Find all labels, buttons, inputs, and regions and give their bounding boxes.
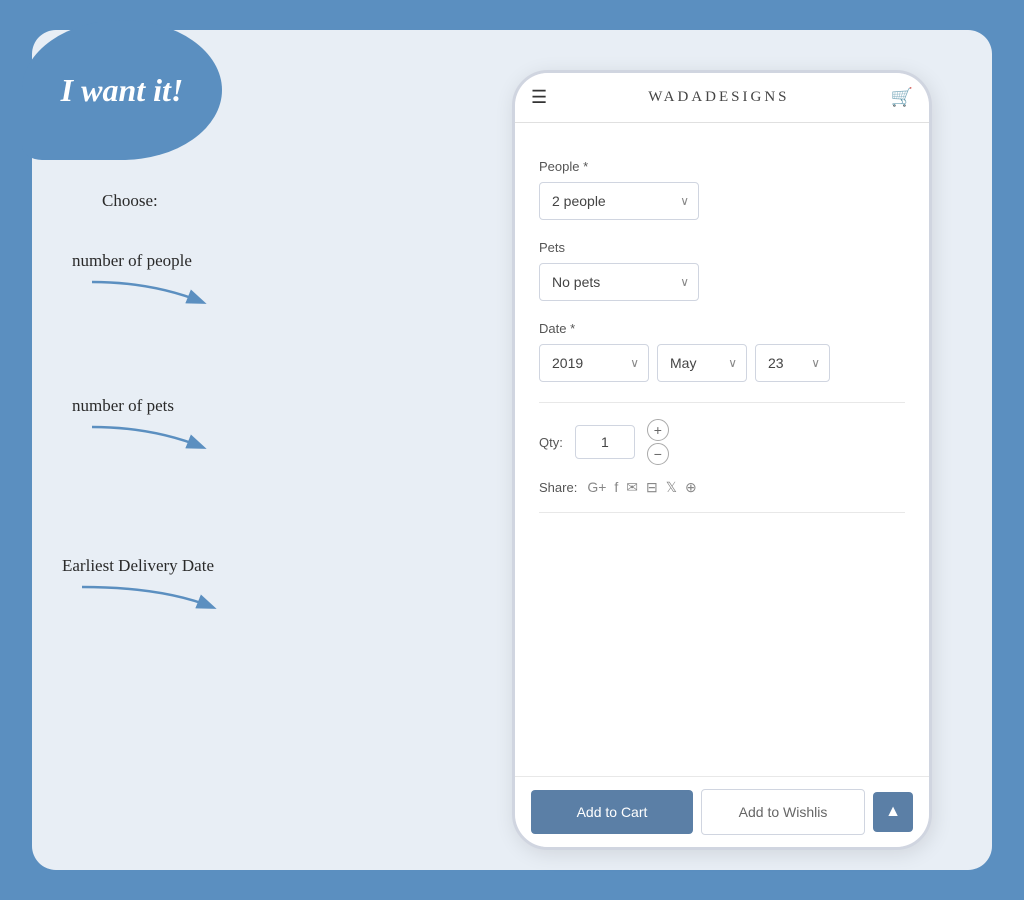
date-label: Date * (539, 321, 905, 336)
month-select[interactable]: JanFebMarApr MayJunJulAug SepOctNovDec (657, 344, 747, 382)
pets-field-group: Pets No pets 1 pet 2 pets 3+ pets (539, 240, 905, 301)
share-pinterest-icon[interactable]: ⊕ (685, 479, 697, 496)
cart-icon[interactable]: 🛒 (891, 87, 913, 108)
annotation-date: Earliest Delivery Date (62, 555, 222, 637)
qty-label: Qty: (539, 435, 563, 450)
people-select[interactable]: 1 person 2 people 3 people 4 people 5+ p… (539, 182, 699, 220)
year-select-wrapper[interactable]: 2019 2020 2021 (539, 344, 649, 382)
date-field-group: Date * 2019 2020 2021 JanFebMarApr MayJu… (539, 321, 905, 382)
share-google-icon[interactable]: G+ (587, 479, 606, 496)
day-select-wrapper[interactable]: 1234 5101520 23252831 (755, 344, 830, 382)
people-field-group: People * 1 person 2 people 3 people 4 pe… (539, 159, 905, 220)
outer-card: I want it! Choose: number of people numb… (32, 30, 992, 870)
annotations-area: Choose: number of people number of pets (62, 180, 422, 780)
add-to-wishlist-button[interactable]: Add to Wishlis (701, 789, 865, 835)
date-row: 2019 2020 2021 JanFebMarApr MayJunJulAug… (539, 344, 905, 382)
nav-title: WADADESIGNS (648, 89, 789, 106)
bubble-text: I want it! (61, 71, 184, 109)
annotation-people: number of people (72, 250, 212, 332)
people-label: People * (539, 159, 905, 174)
pets-select[interactable]: No pets 1 pet 2 pets 3+ pets (539, 263, 699, 301)
share-label: Share: (539, 480, 577, 495)
phone-content[interactable]: People * 1 person 2 people 3 people 4 pe… (515, 123, 929, 776)
qty-increase-button[interactable]: + (647, 419, 669, 441)
arrow-pets (72, 417, 212, 477)
scroll-top-button[interactable]: ▲ (873, 792, 913, 832)
pets-select-wrapper[interactable]: No pets 1 pet 2 pets 3+ pets (539, 263, 699, 301)
annotation-choose: Choose: (102, 190, 158, 212)
qty-input[interactable] (575, 425, 635, 459)
share-row: Share: G+ f ✉ ⊟ 𝕏 ⊕ (539, 479, 905, 496)
qty-controls: + − (647, 419, 669, 465)
bubble: I want it! (22, 20, 222, 160)
pets-label: Pets (539, 240, 905, 255)
month-select-wrapper[interactable]: JanFebMarApr MayJunJulAug SepOctNovDec (657, 344, 747, 382)
people-select-wrapper[interactable]: 1 person 2 people 3 people 4 people 5+ p… (539, 182, 699, 220)
share-facebook-icon[interactable]: f (614, 479, 618, 496)
share-email-icon[interactable]: ✉ (626, 479, 638, 496)
day-select[interactable]: 1234 5101520 23252831 (755, 344, 830, 382)
qty-decrease-button[interactable]: − (647, 443, 669, 465)
divider-1 (539, 402, 905, 403)
phone-mockup: ☰ WADADESIGNS 🛒 People * 1 person 2 peop… (512, 70, 932, 850)
phone-nav: ☰ WADADESIGNS 🛒 (515, 73, 929, 123)
arrow-people (72, 272, 212, 332)
year-select[interactable]: 2019 2020 2021 (539, 344, 649, 382)
share-print-icon[interactable]: ⊟ (646, 479, 658, 496)
add-to-cart-button[interactable]: Add to Cart (531, 790, 693, 834)
hamburger-icon[interactable]: ☰ (531, 87, 547, 108)
qty-row: Qty: + − (539, 419, 905, 465)
share-twitter-icon[interactable]: 𝕏 (666, 479, 677, 496)
arrow-date (62, 577, 222, 637)
divider-2 (539, 512, 905, 513)
share-icons: G+ f ✉ ⊟ 𝕏 ⊕ (587, 479, 696, 496)
annotation-pets: number of pets (72, 395, 212, 477)
phone-bottom: Add to Cart Add to Wishlis ▲ (515, 776, 929, 847)
